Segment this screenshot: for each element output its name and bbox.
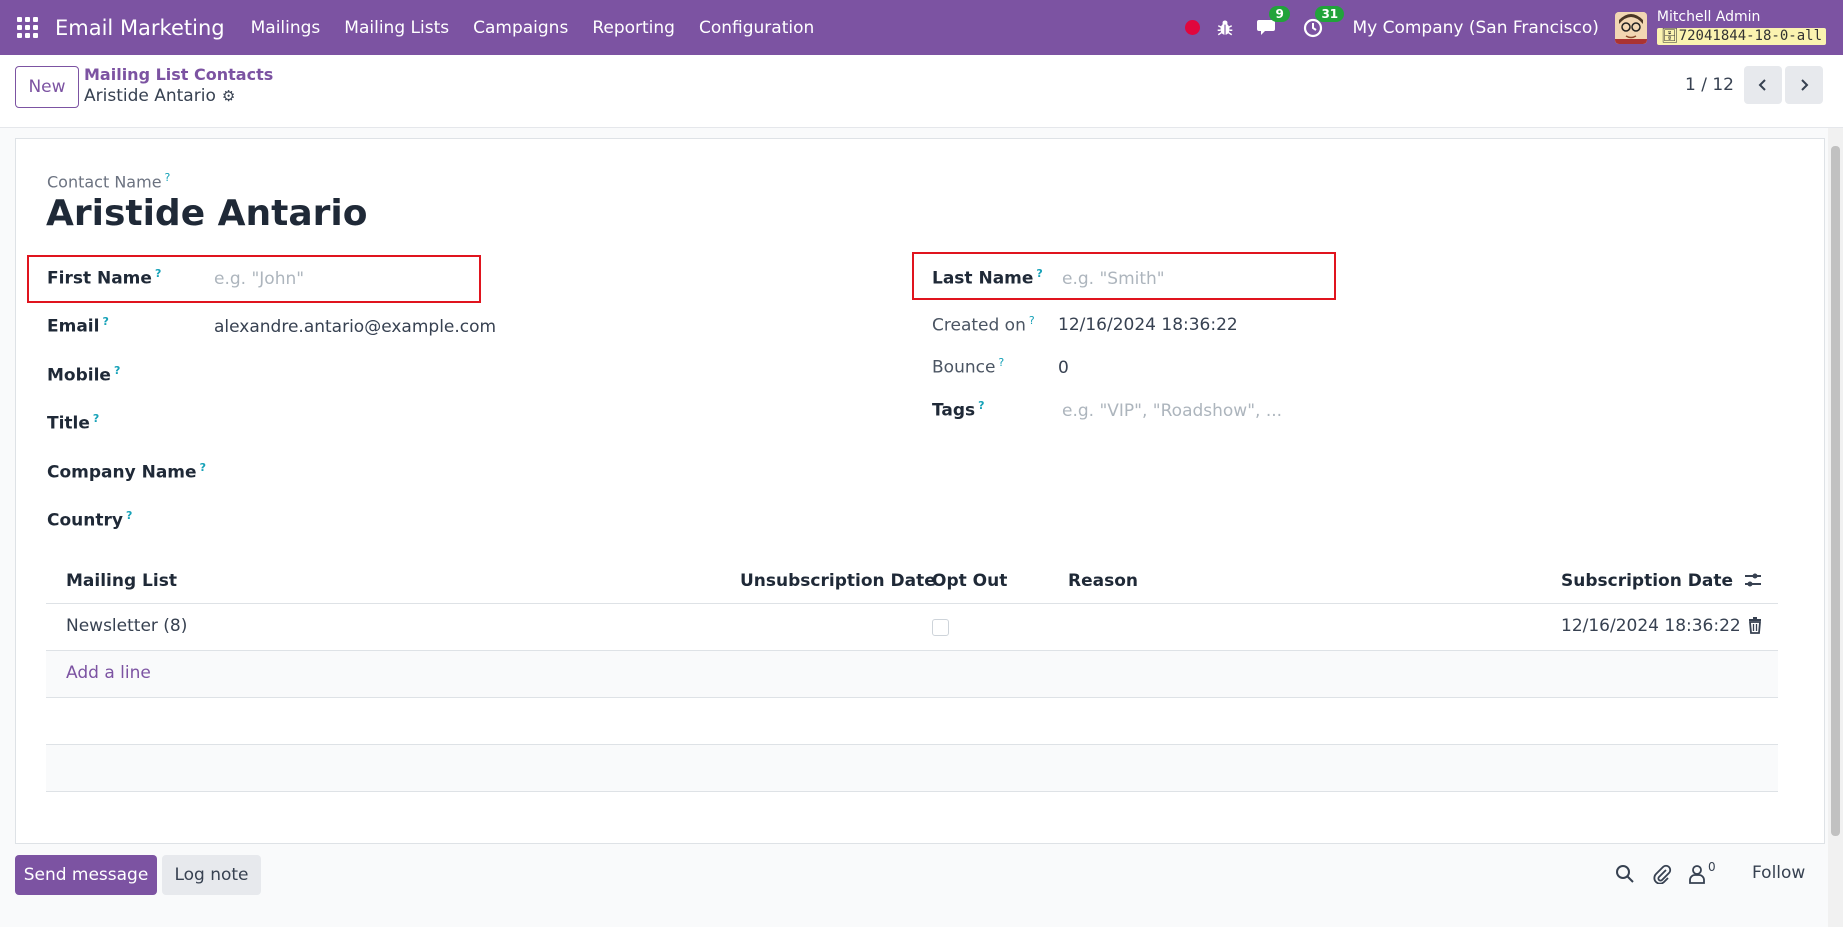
column-reason[interactable]: Reason bbox=[1068, 571, 1138, 591]
pager-value[interactable]: 1 / 12 bbox=[1685, 75, 1734, 95]
attachment-paperclip-icon[interactable] bbox=[1652, 864, 1672, 889]
bounce-value: 0 bbox=[1058, 358, 1069, 378]
column-unsubscription-date[interactable]: Unsubscription Date bbox=[740, 571, 936, 591]
email-label: Email? bbox=[47, 315, 109, 337]
help-icon[interactable]: ? bbox=[165, 171, 171, 184]
tags-input[interactable]: e.g. "VIP", "Roadshow", ... bbox=[1062, 401, 1282, 421]
menu-configuration[interactable]: Configuration bbox=[699, 18, 814, 38]
row-mailing-list[interactable]: Newsletter (8) bbox=[66, 616, 187, 636]
first-name-label: First Name? bbox=[47, 267, 161, 289]
country-label-text: Country bbox=[47, 510, 123, 531]
mobile-label-text: Mobile bbox=[47, 365, 111, 386]
email-label-text: Email bbox=[47, 316, 100, 337]
contact-name-input[interactable]: Aristide Antario bbox=[46, 193, 367, 234]
help-icon[interactable]: ? bbox=[102, 315, 108, 328]
menu-mailing-lists[interactable]: Mailing Lists bbox=[344, 18, 449, 38]
help-icon[interactable]: ? bbox=[93, 412, 99, 425]
column-subscription-date[interactable]: Subscription Date bbox=[1561, 571, 1733, 591]
help-icon[interactable]: ? bbox=[155, 267, 161, 280]
user-avatar[interactable] bbox=[1614, 11, 1647, 44]
user-menu[interactable]: Mitchell Admin 🗄72041844-18-0-all bbox=[1656, 9, 1826, 45]
scrollbar-thumb[interactable] bbox=[1831, 146, 1840, 836]
first-name-label-text: First Name bbox=[47, 268, 152, 289]
row-opt-out-checkbox[interactable] bbox=[932, 619, 949, 636]
row-subscription-date[interactable]: 12/16/2024 18:36:22 bbox=[1561, 616, 1741, 636]
control-panel: New Mailing List Contacts Aristide Antar… bbox=[0, 55, 1843, 128]
activities-clock-icon[interactable]: 31 bbox=[1302, 5, 1345, 39]
log-note-button[interactable]: Log note bbox=[162, 855, 261, 895]
tags-label: Tags? bbox=[932, 399, 985, 421]
company-name-label-text: Company Name bbox=[47, 462, 197, 483]
first-name-input[interactable]: e.g. "John" bbox=[214, 269, 304, 289]
help-icon[interactable]: ? bbox=[1029, 314, 1035, 327]
send-message-button[interactable]: Send message bbox=[15, 855, 157, 895]
last-name-label-text: Last Name bbox=[932, 268, 1034, 289]
subscriptions-table-header: Mailing List Unsubscription Date Opt Out… bbox=[46, 557, 1778, 604]
top-navbar: Email Marketing Mailings Mailing Lists C… bbox=[0, 0, 1843, 55]
add-line-row: Add a line bbox=[46, 651, 1778, 698]
empty-row bbox=[46, 698, 1778, 745]
breadcrumb-current: Aristide Antario ⚙ bbox=[84, 86, 235, 106]
email-field[interactable]: alexandre.antario@example.com bbox=[214, 317, 496, 337]
bounce-label: Bounce? bbox=[932, 356, 1004, 378]
chevron-right-icon bbox=[1801, 79, 1809, 91]
form-sheet: Contact Name? Aristide Antario First Nam… bbox=[15, 138, 1825, 844]
user-name: Mitchell Admin bbox=[1656, 9, 1761, 26]
recording-indicator-icon[interactable] bbox=[1185, 20, 1201, 35]
menu-mailings[interactable]: Mailings bbox=[251, 18, 321, 38]
pager-next-button[interactable] bbox=[1785, 66, 1823, 104]
help-icon[interactable]: ? bbox=[978, 399, 984, 412]
country-label: Country? bbox=[47, 509, 132, 531]
menu-reporting[interactable]: Reporting bbox=[592, 18, 675, 38]
apps-menu-icon[interactable] bbox=[17, 16, 39, 39]
gear-icon[interactable]: ⚙ bbox=[222, 87, 235, 105]
column-opt-out[interactable]: Opt Out bbox=[932, 571, 1007, 591]
title-label: Title? bbox=[47, 412, 99, 434]
add-a-line-link[interactable]: Add a line bbox=[66, 663, 151, 683]
created-on-label-text: Created on bbox=[932, 315, 1026, 336]
app-title[interactable]: Email Marketing bbox=[55, 16, 225, 40]
search-icon[interactable] bbox=[1615, 864, 1635, 889]
help-icon[interactable]: ? bbox=[126, 509, 132, 522]
follow-button[interactable]: Follow bbox=[1752, 863, 1805, 883]
database-name: 72041844-18-0-all bbox=[1678, 27, 1822, 44]
help-icon[interactable]: ? bbox=[200, 461, 206, 474]
company-switcher[interactable]: My Company (San Francisco) bbox=[1352, 18, 1598, 38]
bounce-label-text: Bounce bbox=[932, 357, 996, 378]
debug-bug-icon[interactable] bbox=[1216, 19, 1234, 37]
new-button[interactable]: New bbox=[15, 66, 79, 108]
help-icon[interactable]: ? bbox=[114, 364, 120, 377]
last-name-label: Last Name? bbox=[932, 267, 1043, 289]
pager-previous-button[interactable] bbox=[1744, 66, 1782, 104]
contact-name-label: Contact Name? bbox=[47, 171, 170, 191]
menu-campaigns[interactable]: Campaigns bbox=[473, 18, 568, 38]
chevron-left-icon bbox=[1758, 79, 1766, 91]
contact-name-label-text: Contact Name bbox=[47, 172, 162, 192]
breadcrumb-parent-link[interactable]: Mailing List Contacts bbox=[84, 65, 273, 84]
followers-icon[interactable]: 0 bbox=[1688, 860, 1716, 884]
created-on-value: 12/16/2024 18:36:22 bbox=[1058, 315, 1238, 335]
tags-label-text: Tags bbox=[932, 400, 976, 421]
followers-count: 0 bbox=[1708, 860, 1716, 874]
scrollbar[interactable] bbox=[1828, 128, 1843, 927]
messages-icon[interactable]: 9 bbox=[1256, 5, 1290, 39]
messages-badge: 9 bbox=[1269, 5, 1290, 22]
title-label-text: Title bbox=[47, 413, 90, 434]
database-tag: 🗄72041844-18-0-all bbox=[1656, 27, 1826, 45]
mobile-label: Mobile? bbox=[47, 364, 120, 386]
created-on-label: Created on? bbox=[932, 314, 1035, 336]
breadcrumb-current-label: Aristide Antario bbox=[84, 86, 216, 106]
activities-badge: 31 bbox=[1315, 5, 1345, 22]
column-mailing-list[interactable]: Mailing List bbox=[66, 571, 177, 591]
empty-row bbox=[46, 745, 1778, 792]
help-icon[interactable]: ? bbox=[1036, 267, 1042, 280]
last-name-input[interactable]: e.g. "Smith" bbox=[1062, 269, 1165, 289]
optional-columns-icon[interactable] bbox=[1744, 571, 1762, 594]
trash-icon[interactable] bbox=[1748, 617, 1762, 639]
table-row[interactable]: Newsletter (8) 12/16/2024 18:36:22 bbox=[46, 604, 1778, 651]
company-name-label: Company Name? bbox=[47, 461, 206, 483]
help-icon[interactable]: ? bbox=[998, 356, 1004, 369]
